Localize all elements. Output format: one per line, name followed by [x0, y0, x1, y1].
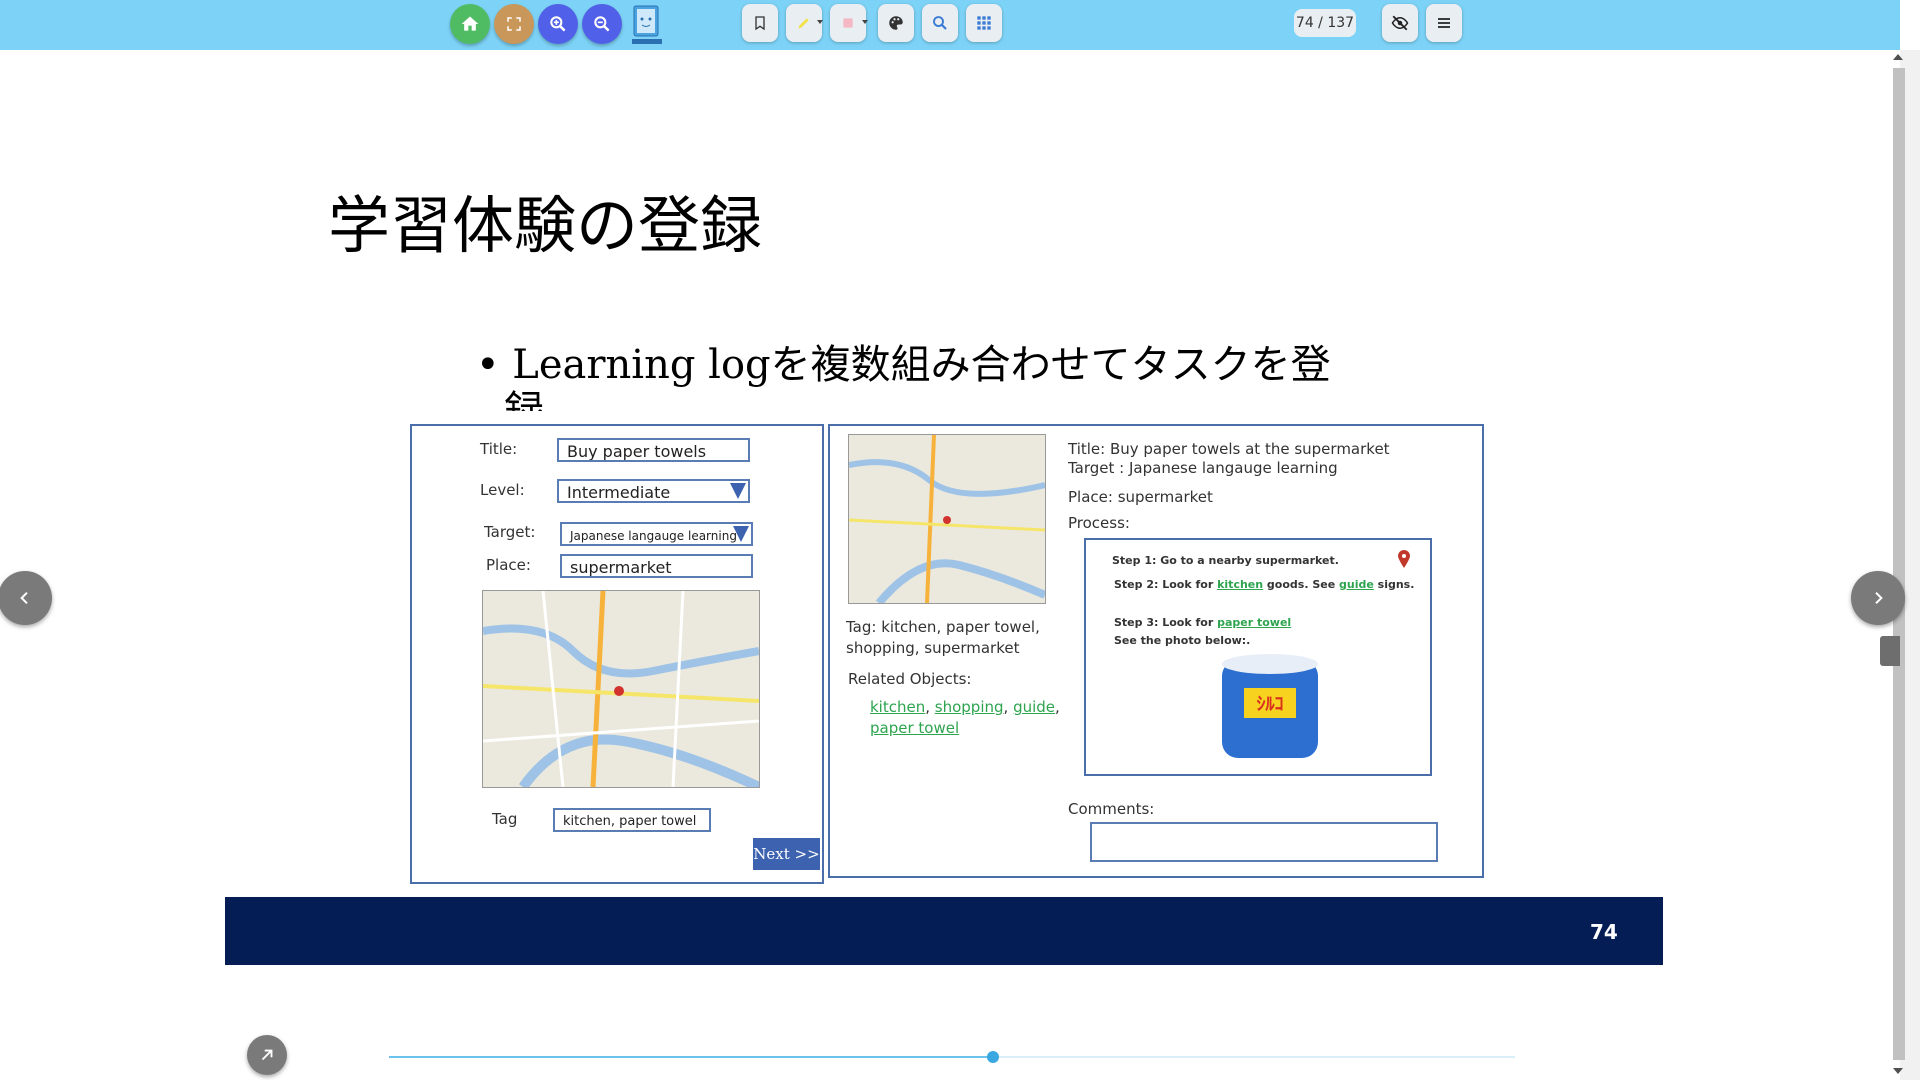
detail-title: Title: Buy paper towels at the supermark…: [1068, 440, 1390, 458]
highlighter-icon: [798, 18, 809, 29]
menu-button[interactable]: [1426, 4, 1462, 42]
dropdown-arrow-icon: [730, 483, 746, 499]
digital-book-logo-icon: [632, 5, 662, 44]
kitchen-link[interactable]: kitchen: [1217, 578, 1263, 591]
zoom-out-icon: [594, 16, 610, 32]
title-field: Buy paper towels: [557, 438, 750, 462]
related-kitchen-link[interactable]: kitchen: [870, 698, 925, 716]
hide-button[interactable]: [1382, 4, 1418, 42]
comments-field: [1090, 822, 1438, 862]
related-links-line2: paper towel: [870, 719, 959, 737]
bookmark-button[interactable]: [742, 4, 778, 42]
related-shopping-link[interactable]: shopping: [935, 698, 1004, 716]
detail-place: Place: supermarket: [1068, 488, 1213, 506]
location-map: [482, 590, 760, 788]
target-value: Japanese langauge learning: [570, 529, 737, 543]
guide-link[interactable]: guide: [1339, 578, 1374, 591]
highlighter-dropdown-icon[interactable]: [817, 20, 823, 24]
thumbnails-button[interactable]: [966, 4, 1002, 42]
step-3: Step 3: Look for paper towel: [1114, 616, 1292, 629]
paper-towel-photo: ｼﾙｺ: [1222, 654, 1318, 758]
level-value: Intermediate: [567, 483, 671, 502]
process-label: Process:: [1068, 514, 1130, 532]
related-guide-link[interactable]: guide: [1013, 698, 1055, 716]
map-pin-icon: [1398, 550, 1410, 568]
arrow-up-right-icon: [261, 1049, 273, 1061]
search-icon: [933, 16, 947, 30]
scroll-up-icon[interactable]: [1893, 54, 1903, 60]
detail-tags-line2: shopping, supermarket: [846, 639, 1020, 657]
dropdown-arrow-icon: [733, 526, 749, 542]
palette-button[interactable]: [878, 4, 914, 42]
step-2: Step 2: Look for kitchen goods. See guid…: [1114, 578, 1415, 591]
related-objects-label: Related Objects:: [848, 670, 972, 688]
eye-off-icon: [1391, 15, 1409, 31]
app-logo[interactable]: [630, 4, 664, 46]
step-3-line2: See the photo below:.: [1114, 634, 1251, 647]
chevron-left-icon: [20, 591, 28, 605]
hamburger-menu-icon: [1438, 18, 1450, 28]
tag-field: kitchen, paper towel: [553, 808, 711, 832]
palette-icon: [889, 16, 903, 30]
page-slider-fill: [389, 1056, 994, 1058]
home-icon: [461, 16, 479, 31]
tag-label: Tag: [492, 810, 518, 828]
zoom-in-icon: [550, 16, 566, 32]
eraser-button[interactable]: [830, 4, 866, 42]
step-1: Step 1: Go to a nearby supermarket.: [1112, 554, 1339, 567]
detail-map: [848, 434, 1046, 604]
target-label: Target:: [484, 523, 536, 541]
slide-bullet-continuation: 録: [504, 388, 544, 411]
detail-tags-line1: Tag: kitchen, paper towel,: [846, 618, 1040, 636]
paper-towel-link[interactable]: paper towel: [1217, 616, 1291, 629]
top-toolbar: 74 / 137: [0, 0, 1900, 50]
side-tab[interactable]: [1880, 636, 1900, 666]
slide-bullet: • Learning logを複数組み合わせてタスクを登: [476, 342, 1331, 388]
process-box: Step 1: Go to a nearby supermarket. Step…: [1084, 538, 1432, 776]
place-label: Place:: [486, 556, 531, 574]
comments-label: Comments:: [1068, 800, 1155, 818]
fullscreen-button[interactable]: [494, 4, 534, 44]
level-label: Level:: [480, 481, 525, 499]
related-paper-towel-link[interactable]: paper towel: [870, 719, 959, 737]
task-detail-panel: Title: Buy paper towels at the supermark…: [828, 424, 1484, 878]
expand-button[interactable]: [247, 1035, 287, 1075]
bookmark-icon: [755, 16, 765, 31]
grid-icon: [977, 16, 991, 30]
fullscreen-icon: [507, 17, 521, 31]
next-page-button[interactable]: [1851, 571, 1905, 625]
svg-text:ｼﾙｺ: ｼﾙｺ: [1257, 694, 1284, 715]
page-slider-knob[interactable]: [987, 1051, 1000, 1063]
level-select: Intermediate: [557, 479, 750, 503]
target-select: Japanese langauge learning: [560, 522, 753, 546]
detail-target: Target : Japanese langauge learning: [1068, 459, 1338, 477]
scroll-down-icon[interactable]: [1893, 1068, 1903, 1074]
title-label: Title:: [480, 440, 518, 458]
eraser-dropdown-icon[interactable]: [862, 20, 868, 24]
slide-footer-bar: [225, 897, 1663, 965]
search-button[interactable]: [922, 4, 958, 42]
next-button[interactable]: Next >>: [753, 838, 820, 870]
page-indicator: 74 / 137: [1294, 9, 1356, 37]
scrollbar-thumb[interactable]: [1893, 68, 1905, 1060]
related-links-line1: kitchen, shopping, guide,: [870, 698, 1060, 716]
prev-page-button[interactable]: [0, 571, 52, 625]
place-field: supermarket: [560, 554, 753, 578]
home-button[interactable]: [450, 4, 490, 44]
chevron-right-icon: [1875, 591, 1883, 605]
slide-title: 学習体験の登録: [328, 189, 763, 262]
task-form-panel: Title: Buy paper towels Level: Intermedi…: [410, 424, 824, 884]
zoom-out-button[interactable]: [582, 4, 622, 44]
slide-page-number: 74: [1590, 920, 1618, 944]
eraser-icon: [843, 18, 853, 28]
zoom-in-button[interactable]: [538, 4, 578, 44]
